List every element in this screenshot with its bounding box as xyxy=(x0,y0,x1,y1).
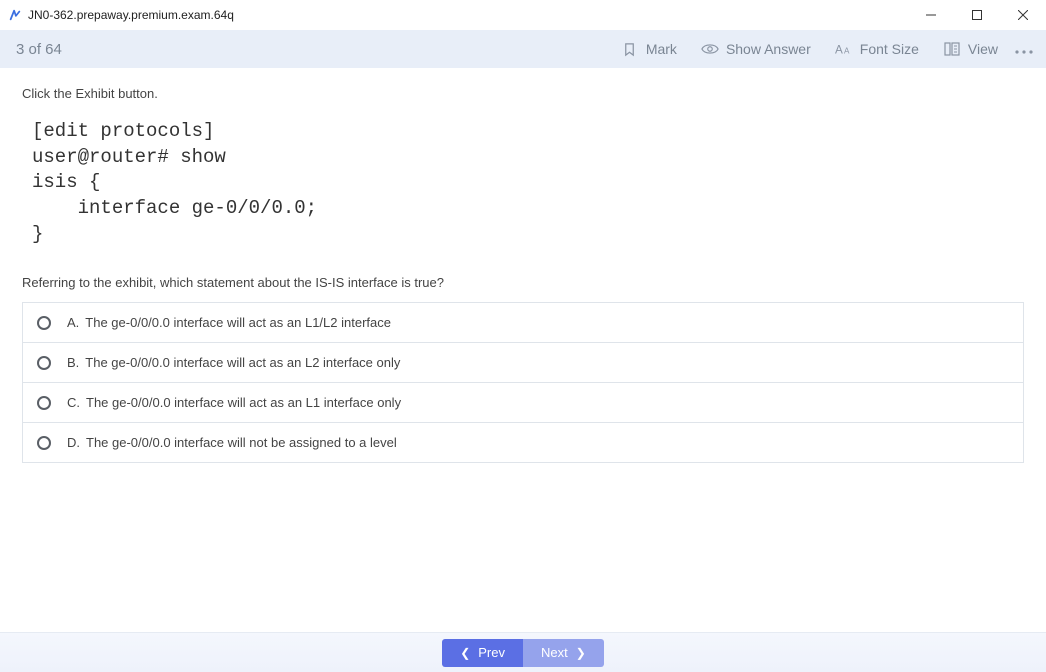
option-b[interactable]: B. The ge-0/0/0.0 interface will act as … xyxy=(23,342,1023,382)
ellipsis-icon xyxy=(1015,41,1033,57)
option-text: The ge-0/0/0.0 interface will not be ass… xyxy=(86,435,397,450)
prev-button[interactable]: ❮ Prev xyxy=(442,639,523,667)
option-text: The ge-0/0/0.0 interface will act as an … xyxy=(85,355,400,370)
window-controls xyxy=(908,0,1046,30)
font-size-label: Font Size xyxy=(860,41,919,57)
radio-icon xyxy=(37,356,51,370)
question-counter: 3 of 64 xyxy=(16,41,62,58)
question-instruction: Click the Exhibit button. xyxy=(22,86,1024,101)
app-icon xyxy=(8,8,22,22)
prev-label: Prev xyxy=(478,645,505,660)
mark-label: Mark xyxy=(646,41,677,57)
footer-nav: ❮ Prev Next ❯ xyxy=(0,632,1046,672)
option-letter: A. xyxy=(67,315,79,330)
app-window: JN0-362.prepaway.premium.exam.64q 3 of 6… xyxy=(0,0,1046,672)
show-answer-button[interactable]: Show Answer xyxy=(689,30,823,68)
option-letter: C. xyxy=(67,395,80,410)
close-button[interactable] xyxy=(1000,0,1046,30)
view-button[interactable]: View xyxy=(931,30,1010,68)
chevron-left-icon: ❮ xyxy=(460,646,470,660)
next-button[interactable]: Next ❯ xyxy=(523,639,604,667)
option-letter: D. xyxy=(67,435,80,450)
maximize-button[interactable] xyxy=(954,0,1000,30)
option-a[interactable]: A. The ge-0/0/0.0 interface will act as … xyxy=(23,303,1023,342)
bookmark-icon xyxy=(621,40,639,58)
svg-text:A: A xyxy=(844,47,850,56)
option-c[interactable]: C. The ge-0/0/0.0 interface will act as … xyxy=(23,382,1023,422)
chevron-right-icon: ❯ xyxy=(576,646,586,660)
next-label: Next xyxy=(541,645,568,660)
option-text: The ge-0/0/0.0 interface will act as an … xyxy=(86,395,401,410)
view-label: View xyxy=(968,41,998,57)
option-letter: B. xyxy=(67,355,79,370)
eye-icon xyxy=(701,40,719,58)
mark-button[interactable]: Mark xyxy=(609,30,689,68)
radio-icon xyxy=(37,316,51,330)
font-size-icon: A A xyxy=(835,40,853,58)
view-icon xyxy=(943,40,961,58)
question-content: Click the Exhibit button. [edit protocol… xyxy=(0,68,1046,632)
question-text: Referring to the exhibit, which statemen… xyxy=(22,275,1024,290)
radio-icon xyxy=(37,436,51,450)
option-text: The ge-0/0/0.0 interface will act as an … xyxy=(85,315,391,330)
svg-text:A: A xyxy=(835,44,843,57)
font-size-button[interactable]: A A Font Size xyxy=(823,30,931,68)
toolbar: 3 of 64 Mark Show Answer A A Font Size xyxy=(0,30,1046,68)
show-answer-label: Show Answer xyxy=(726,41,811,57)
radio-icon xyxy=(37,396,51,410)
minimize-button[interactable] xyxy=(908,0,954,30)
more-button[interactable] xyxy=(1010,41,1038,57)
options-list: A. The ge-0/0/0.0 interface will act as … xyxy=(22,302,1024,463)
exhibit-code: [edit protocols] user@router# show isis … xyxy=(32,119,1024,247)
title-bar: JN0-362.prepaway.premium.exam.64q xyxy=(0,0,1046,30)
window-title: JN0-362.prepaway.premium.exam.64q xyxy=(28,8,234,22)
option-d[interactable]: D. The ge-0/0/0.0 interface will not be … xyxy=(23,422,1023,462)
